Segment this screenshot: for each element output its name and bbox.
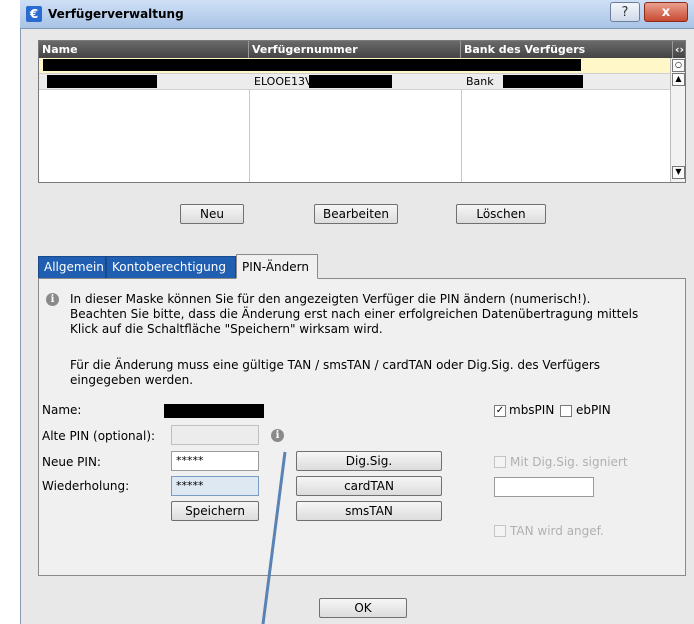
info-line-2: Beachten Sie bitte, dass die Änderung er… xyxy=(70,307,639,321)
note-line-2: eingegeben werden. xyxy=(70,373,194,387)
tan-input[interactable] xyxy=(494,477,594,497)
name-label: Name: xyxy=(42,403,82,417)
cardtan-button[interactable]: cardTAN xyxy=(296,476,442,496)
redaction-bar xyxy=(503,75,583,88)
tab-allgemein[interactable]: Allgemein xyxy=(38,256,106,278)
cardtan-button-label: cardTAN xyxy=(344,479,394,493)
old-pin-label: Alte PIN (optional): xyxy=(42,429,156,443)
edit-button-label: Bearbeiten xyxy=(323,207,389,221)
tan-requested-label: TAN wird angef. xyxy=(510,524,604,538)
new-button[interactable]: Neu xyxy=(180,204,244,224)
scroll-up-icon[interactable]: ▲ xyxy=(672,73,685,86)
tab-pin-aendern[interactable]: PIN-Ändern xyxy=(236,254,318,279)
mbspin-checkbox[interactable]: ✓ xyxy=(494,405,506,417)
scroll-down-icon[interactable]: ▼ xyxy=(672,166,685,179)
edit-button[interactable]: Bearbeiten xyxy=(314,204,398,224)
mbspin-label: mbsPIN xyxy=(509,403,555,417)
new-pin-label: Neue PIN: xyxy=(42,455,101,469)
ebpin-label: ebPIN xyxy=(576,403,611,417)
table-row[interactable] xyxy=(39,58,673,73)
scroll-thumb-icon[interactable]: ○ xyxy=(672,59,685,72)
annotation-arrow xyxy=(261,451,287,624)
note-line-1: Für die Änderung muss eine gültige TAN /… xyxy=(70,358,601,372)
info-line-1: In dieser Maske können Sie für den angez… xyxy=(70,292,591,306)
smstan-button[interactable]: smsTAN xyxy=(296,501,442,521)
list-vertical-scrollbar[interactable]: ○ ▲ ▼ xyxy=(670,58,685,182)
redaction-bar xyxy=(164,404,264,418)
save-button-label: Speichern xyxy=(185,504,245,518)
digsig-button-label: Dig.Sig. xyxy=(345,454,393,468)
signed-checkbox[interactable] xyxy=(494,456,506,468)
close-button[interactable]: x xyxy=(644,2,688,22)
redaction-bar xyxy=(47,75,157,88)
table-row[interactable]: ELOOE13V Bank xyxy=(39,73,673,90)
ok-button-label: OK xyxy=(354,601,372,615)
smstan-button-label: smsTAN xyxy=(345,504,393,518)
info-line-3: Klick auf die Schaltfläche "Speichern" w… xyxy=(70,322,383,336)
title-bar[interactable]: € Verfügerverwaltung ? x xyxy=(20,0,694,29)
tan-requested-checkbox[interactable] xyxy=(494,525,506,537)
window-title: Verfügerverwaltung xyxy=(48,7,184,21)
ebpin-checkbox[interactable] xyxy=(560,405,572,417)
repeat-pin-label: Wiederholung: xyxy=(42,479,130,493)
delete-button[interactable]: Löschen xyxy=(456,204,546,224)
new-button-label: Neu xyxy=(200,207,224,221)
redaction-bar xyxy=(43,59,581,71)
signed-label: Mit Dig.Sig. signiert xyxy=(510,455,628,469)
ok-button[interactable]: OK xyxy=(319,598,407,618)
new-pin-field[interactable]: ***** xyxy=(171,451,259,471)
column-header-name[interactable]: Name xyxy=(39,41,249,58)
column-scroll-arrows-icon[interactable]: ‹› xyxy=(673,41,685,58)
save-button[interactable]: Speichern xyxy=(171,501,259,521)
info-icon: i xyxy=(46,293,59,306)
column-header-bank[interactable]: Bank des Verfügers xyxy=(461,41,673,58)
tab-kontoberechtigung[interactable]: Kontoberechtigung xyxy=(106,256,236,278)
column-header-number[interactable]: Verfügernummer xyxy=(249,41,461,58)
app-euro-icon: € xyxy=(26,6,42,22)
verfueger-list[interactable]: Name Verfügernummer Bank des Verfügers ‹… xyxy=(38,40,686,183)
old-pin-field[interactable] xyxy=(171,425,259,445)
help-button[interactable]: ? xyxy=(610,2,640,22)
delete-button-label: Löschen xyxy=(476,207,526,221)
info-icon[interactable]: i xyxy=(271,429,284,442)
redaction-bar xyxy=(309,75,392,88)
repeat-pin-field[interactable]: ***** xyxy=(171,476,259,496)
digsig-button[interactable]: Dig.Sig. xyxy=(296,451,442,471)
